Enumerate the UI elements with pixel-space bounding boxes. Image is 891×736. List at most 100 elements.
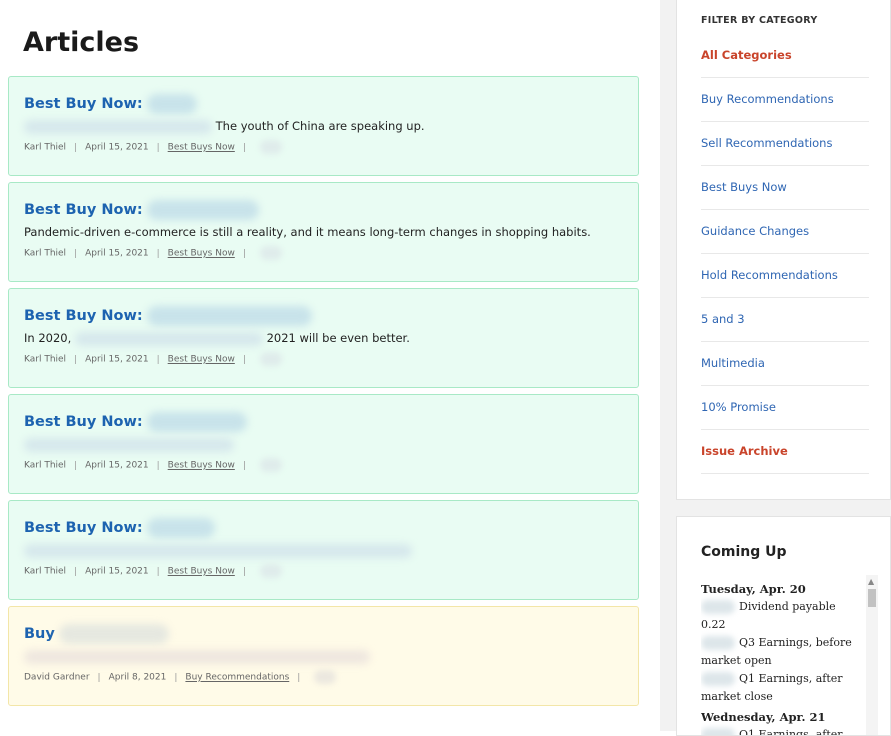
article-summary-start: In 2020, (24, 331, 72, 345)
article-summary (24, 436, 623, 452)
article-card: Best Buy Now: In 2020, 2021 will be even… (8, 288, 639, 388)
meta-separator: | (156, 248, 160, 259)
coming-up-event-text: Q1 Earnings, after (739, 728, 843, 736)
article-author: Karl Thiel (24, 142, 67, 153)
coming-up-event: Dividend payable 0.22 (701, 598, 853, 634)
meta-separator: | (156, 142, 160, 153)
article-author: David Gardner (24, 672, 90, 683)
article-title-prefix: Buy (24, 626, 55, 642)
filter-item-5-and-3[interactable]: 5 and 3 (701, 298, 869, 342)
article-title-prefix: Best Buy Now: (24, 308, 143, 324)
redacted-text (314, 670, 337, 684)
redacted-text (146, 306, 312, 326)
redacted-text (701, 672, 735, 686)
coming-up-day: Wednesday, Apr. 21 (701, 710, 826, 724)
filter-item-issue-archive[interactable]: Issue Archive (701, 430, 869, 474)
article-category-link[interactable]: Best Buys Now (168, 143, 235, 153)
article-author: Karl Thiel (24, 248, 67, 259)
filter-item-multimedia[interactable]: Multimedia (701, 342, 869, 386)
coming-up-event: Q1 Earnings, after market close (701, 670, 853, 706)
filter-item-10-percent-promise[interactable]: 10% Promise (701, 386, 869, 430)
meta-separator: | (156, 460, 160, 471)
coming-up-scrollbar[interactable]: ▲ (866, 575, 878, 735)
meta-separator: | (242, 460, 246, 471)
redacted-text (58, 624, 169, 644)
filter-item-guidance-changes[interactable]: Guidance Changes (701, 210, 869, 254)
article-title-link[interactable]: Buy (24, 624, 623, 644)
filter-item-buy-recommendations[interactable]: Buy Recommendations (701, 78, 869, 122)
article-author: Karl Thiel (24, 566, 67, 577)
coming-up-event: Q1 Earnings, after (701, 726, 853, 736)
article-category-link[interactable]: Best Buys Now (168, 567, 235, 577)
meta-separator: | (242, 248, 246, 259)
meta-separator: | (297, 672, 301, 683)
article-title-link[interactable]: Best Buy Now: (24, 306, 623, 326)
article-date: April 15, 2021 (85, 354, 149, 365)
redacted-text (24, 437, 234, 452)
meta-separator: | (242, 142, 246, 153)
article-card: Best Buy Now: Karl Thiel | April 15, 2021 |… (8, 394, 639, 494)
redacted-text (259, 458, 282, 472)
meta-separator: | (242, 354, 246, 365)
redacted-text (146, 94, 197, 114)
meta-separator: | (242, 566, 246, 577)
redacted-text (701, 636, 735, 650)
article-category-link[interactable]: Best Buys Now (168, 249, 235, 259)
filter-item-hold-recommendations[interactable]: Hold Recommendations (701, 254, 869, 298)
article-summary-text: Pandemic-driven e-commerce is still a re… (24, 225, 591, 239)
article-author: Karl Thiel (24, 460, 67, 471)
redacted-text (259, 246, 282, 260)
redacted-text (259, 140, 282, 154)
article-category-link[interactable]: Best Buys Now (168, 461, 235, 471)
article-card: Best Buy Now: The youth of China are spe… (8, 76, 639, 176)
article-meta: Karl Thiel | April 15, 2021 | Best Buys Now | (24, 246, 623, 261)
triangle-up-icon[interactable]: ▲ (868, 577, 874, 587)
page-title: Articles (23, 27, 140, 58)
meta-separator: | (74, 354, 78, 365)
main-content: Articles Best Buy Now: The youth of Chin… (0, 0, 655, 731)
filter-item-sell-recommendations[interactable]: Sell Recommendations (701, 122, 869, 166)
coming-up-day: Tuesday, Apr. 20 (701, 582, 806, 596)
coming-up-list: Tuesday, Apr. 20 Dividend payable 0.22 Q… (701, 578, 853, 736)
article-title-link[interactable]: Best Buy Now: (24, 412, 623, 432)
article-card: Best Buy Now: Karl Thiel | April 15, 2021 |… (8, 500, 639, 600)
redacted-text (259, 564, 282, 578)
meta-separator: | (174, 672, 178, 683)
redacted-text (701, 728, 735, 735)
meta-separator: | (74, 142, 78, 153)
article-meta: Karl Thiel | April 15, 2021 | Best Buys Now | (24, 140, 623, 155)
article-meta: Karl Thiel | April 15, 2021 | Best Buys Now | (24, 352, 623, 367)
article-title-link[interactable]: Best Buy Now: (24, 94, 623, 114)
article-date: April 15, 2021 (85, 248, 149, 259)
article-summary: In 2020, 2021 will be even better. (24, 330, 623, 346)
redacted-text (259, 352, 282, 366)
filter-item-best-buys-now[interactable]: Best Buys Now (701, 166, 869, 210)
filter-item-all-categories[interactable]: All Categories (701, 34, 869, 78)
article-date: April 15, 2021 (85, 566, 149, 577)
redacted-text (146, 412, 247, 432)
article-date: April 8, 2021 (108, 672, 167, 683)
article-summary (24, 648, 623, 664)
meta-separator: | (74, 566, 78, 577)
article-summary: Pandemic-driven e-commerce is still a re… (24, 224, 623, 240)
meta-separator: | (97, 672, 101, 683)
article-card: Best Buy Now: Pandemic-driven e-commerce… (8, 182, 639, 282)
article-title-link[interactable]: Best Buy Now: (24, 200, 623, 220)
meta-separator: | (74, 460, 78, 471)
article-category-link[interactable]: Best Buys Now (168, 355, 235, 365)
category-filter-list: All Categories Buy Recommendations Sell … (701, 34, 869, 474)
article-author: Karl Thiel (24, 354, 67, 365)
article-date: April 15, 2021 (85, 460, 149, 471)
filter-heading: FILTER BY CATEGORY (701, 15, 818, 26)
meta-separator: | (156, 566, 160, 577)
redacted-text (146, 518, 215, 538)
article-title-link[interactable]: Best Buy Now: (24, 518, 623, 538)
scrollbar-thumb[interactable] (868, 589, 876, 607)
redacted-text (701, 600, 735, 614)
article-title-prefix: Best Buy Now: (24, 520, 143, 536)
article-category-link[interactable]: Buy Recommendations (185, 673, 289, 683)
filter-panel: FILTER BY CATEGORY All Categories Buy Re… (676, 0, 891, 500)
article-summary-end: 2021 will be even better. (266, 331, 410, 345)
redacted-text (24, 649, 370, 664)
coming-up-event: Q3 Earnings, before market open (701, 634, 853, 670)
